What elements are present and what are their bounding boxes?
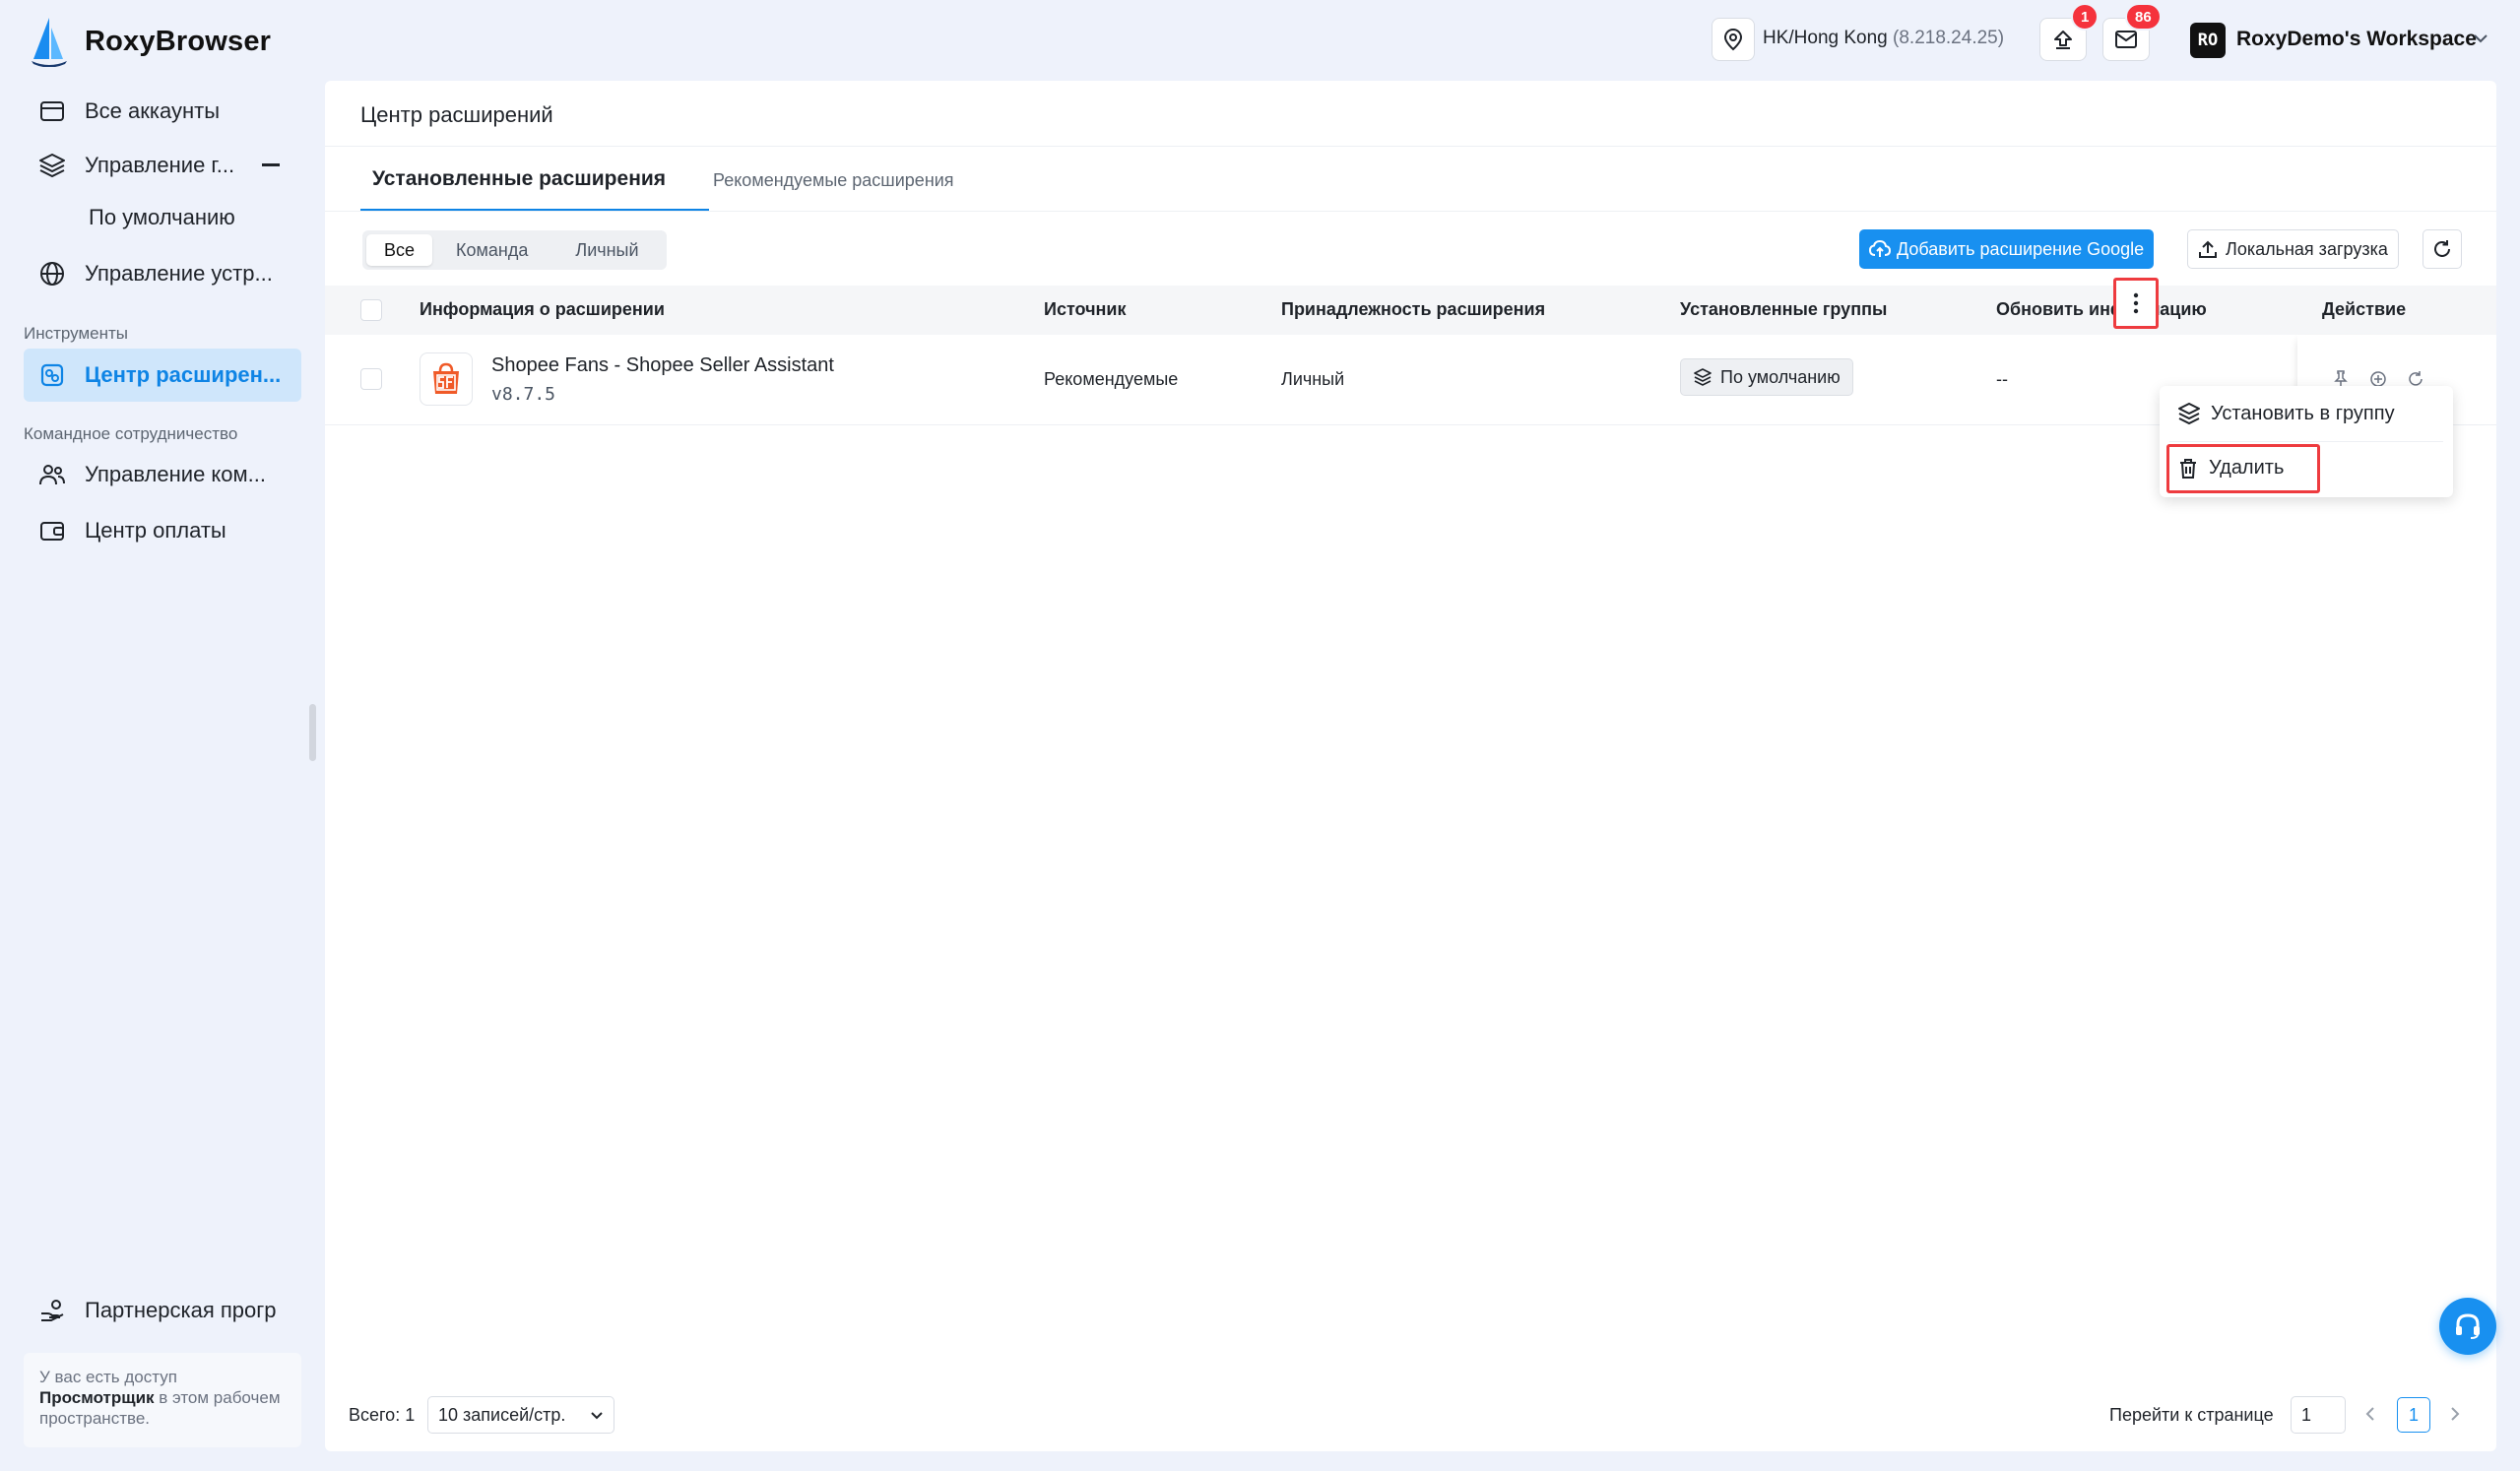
team-icon (39, 465, 65, 485)
sidebar-item-label: Центр расширен... (85, 362, 282, 387)
local-upload-label: Локальная загрузка (2226, 238, 2388, 259)
column-source: Источник (1044, 299, 1127, 319)
ownership-filter: Все Команда Личный (362, 230, 667, 270)
location-ip: (8.218.24.25) (1893, 28, 2005, 48)
roxybrowser-logo-icon (32, 18, 67, 67)
refresh-button[interactable] (2423, 229, 2462, 269)
upload-badge: 1 (2071, 3, 2100, 31)
extension-version: v8.7.5 (491, 384, 556, 405)
column-update-info: Обновить информацию (1996, 299, 2207, 319)
more-vertical-icon (2133, 292, 2139, 314)
installed-group-tag: По умолчанию (1680, 358, 1853, 396)
column-extension-info: Информация о расширении (420, 299, 665, 319)
sidebar-item-label: Центр оплаты (85, 518, 226, 543)
partner-icon (41, 1300, 64, 1321)
chevron-down-icon[interactable] (2473, 33, 2488, 43)
divider (325, 146, 2496, 147)
sidebar-item-group-management[interactable]: Управление г... (24, 139, 301, 192)
sidebar-item-device-management[interactable]: Управление устр... (24, 247, 301, 300)
viewer-access-note: У вас есть доступ Просмотрщик в этом раб… (24, 1353, 301, 1447)
location-button[interactable] (1712, 18, 1755, 61)
viewer-note-prefix: У вас есть доступ (39, 1368, 177, 1386)
mail-icon (2115, 31, 2137, 48)
delete-highlight-box (2166, 444, 2320, 493)
refresh-icon (2434, 240, 2450, 257)
more-actions-button[interactable] (2113, 278, 2159, 329)
divider (325, 211, 2496, 212)
messages-badge: 86 (2125, 3, 2162, 31)
goto-page-input[interactable]: 1 (2291, 1396, 2346, 1434)
viewer-note-role: Просмотрщик (39, 1388, 155, 1407)
upload-icon (2199, 240, 2217, 258)
workspace-name[interactable]: RoxyDemo's Workspace (2236, 28, 2477, 51)
menu-item-label: Установить в группу (2211, 402, 2395, 424)
column-ownership: Принадлежность расширения (1281, 299, 1546, 319)
layers-icon (2178, 403, 2200, 425)
add-google-extension-button[interactable]: Добавить расширение Google (1859, 229, 2155, 269)
column-action: Действие (2322, 299, 2407, 319)
section-label-tools: Инструменты (24, 324, 129, 343)
sidebar-item-label: Все аккаунты (85, 98, 221, 123)
add-google-extension-label: Добавить расширение Google (1897, 238, 2145, 259)
extension-logo (420, 352, 473, 406)
location-pin-icon (1723, 28, 1743, 51)
brand[interactable]: RoxyBrowser (28, 16, 271, 67)
section-label-team: Командное сотрудничество (24, 424, 238, 443)
sidebar-scrollbar[interactable] (309, 704, 316, 761)
layers-icon (39, 154, 65, 178)
sidebar-subitem-default[interactable]: По умолчанию (89, 205, 235, 230)
chevron-down-icon (591, 1411, 603, 1419)
sidebar-item-label: Управление г... (85, 153, 235, 177)
shopee-fans-icon (433, 362, 459, 394)
tab-recommended-extensions[interactable]: Рекомендуемые расширения (713, 170, 954, 191)
app-name: RoxyBrowser (85, 25, 272, 57)
select-all-checkbox[interactable] (360, 299, 382, 321)
extension-ownership: Личный (1281, 369, 1345, 389)
extension-icon (40, 363, 64, 387)
sidebar-item-team-management[interactable]: Управление ком... (24, 448, 301, 501)
sidebar-item-extension-center[interactable]: Центр расширен... (24, 349, 301, 402)
support-button[interactable] (2439, 1298, 2496, 1355)
collapse-icon[interactable] (262, 163, 280, 166)
location-info: HK/Hong Kong (8.218.24.25) (1763, 28, 2004, 49)
local-upload-button[interactable]: Локальная загрузка (2187, 229, 2399, 269)
accounts-icon (40, 101, 64, 121)
page-size-value: 10 записей/стр. (438, 1404, 566, 1425)
sidebar: RoxyBrowser Все аккаунты Управление г...… (0, 0, 321, 1471)
sidebar-item-label: Управление устр... (85, 261, 273, 286)
sidebar-item-partner-program[interactable]: Партнерская прогр (24, 1284, 301, 1337)
filter-team[interactable]: Команда (432, 234, 551, 266)
menu-item-set-group[interactable]: Установить в группу (2177, 402, 2395, 425)
location-name: HK/Hong Kong (1763, 28, 1888, 48)
filter-all[interactable]: Все (366, 234, 433, 266)
workspace-avatar[interactable]: RO (2190, 23, 2226, 58)
globe-icon (40, 262, 64, 286)
extension-source: Рекомендуемые (1044, 369, 1179, 389)
installed-group-label: По умолчанию (1720, 366, 1841, 387)
upload-icon (2054, 31, 2072, 49)
page-title: Центр расширений (360, 102, 553, 127)
page-size-select[interactable]: 10 записей/стр. (427, 1396, 614, 1434)
tab-installed-extensions[interactable]: Установленные расширения (372, 167, 666, 191)
wallet-icon (40, 522, 64, 541)
main-panel: Центр расширений Установленные расширени… (325, 81, 2496, 1451)
sidebar-item-payment-center[interactable]: Центр оплаты (24, 504, 301, 557)
layers-icon (1694, 368, 1712, 386)
sidebar-item-label: Партнерская прогр (85, 1298, 277, 1322)
cloud-upload-icon (1869, 239, 1891, 257)
sidebar-item-label: Управление ком... (85, 462, 266, 486)
table-header: Информация о расширении Источник Принадл… (325, 286, 2496, 335)
divider (2169, 441, 2443, 442)
extension-name: Shopee Fans - Shopee Seller Assistant (491, 354, 834, 376)
filter-personal[interactable]: Личный (551, 234, 662, 266)
sidebar-item-all-accounts[interactable]: Все аккаунты (24, 85, 301, 138)
column-installed-groups: Установленные группы (1680, 299, 1888, 319)
row-checkbox[interactable] (360, 368, 382, 390)
update-info: -- (1996, 369, 2008, 389)
headset-icon (2456, 1313, 2480, 1339)
